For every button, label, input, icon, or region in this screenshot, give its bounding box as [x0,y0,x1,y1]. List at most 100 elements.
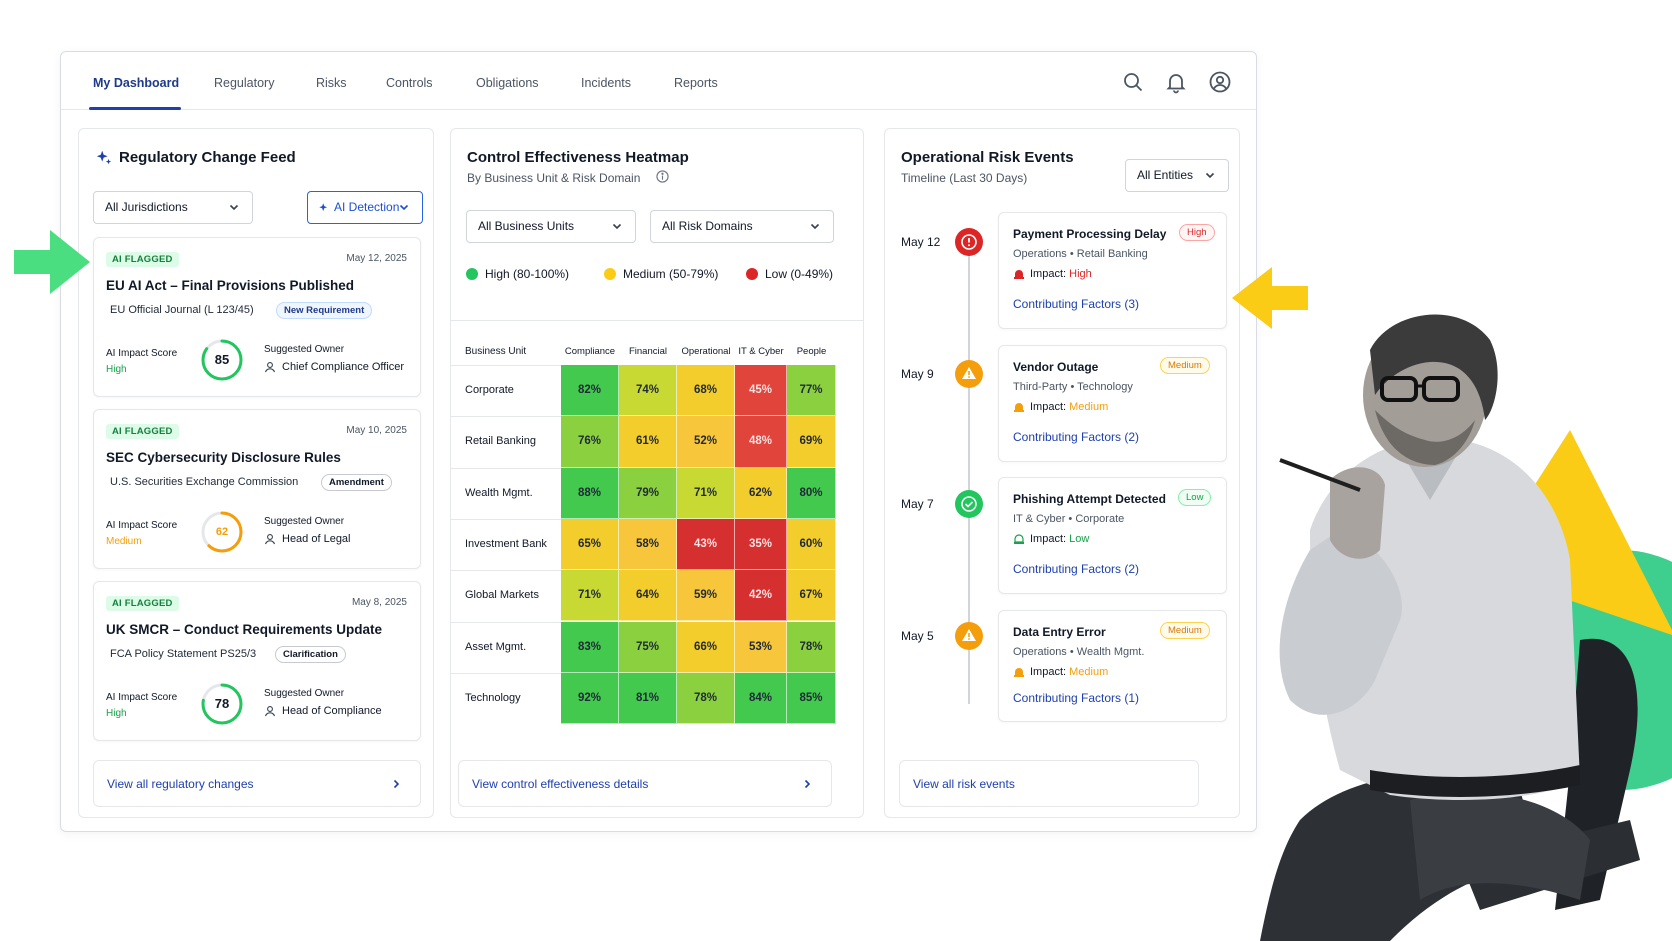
search-icon[interactable] [1121,70,1145,94]
ai-detection-select[interactable]: AI Detection [307,191,423,224]
impact-label: Impact: [1030,666,1067,678]
heatmap-cell[interactable]: 53% [735,621,787,673]
entities-select-value: All Entities [1137,168,1194,182]
impact-alert-icon [1014,270,1024,279]
card-title: EU AI Act – Final Provisions Published [106,278,355,293]
heatmap-cell[interactable]: 83% [561,621,619,673]
heatmap-cell[interactable]: 62% [735,467,787,519]
heatmap-cell[interactable]: 43% [677,518,735,571]
heatmap-cell[interactable]: 77% [787,365,836,417]
tab-regulatory[interactable]: Regulatory [214,76,274,90]
heatmap-cell[interactable]: 80% [787,467,836,519]
legend-medium-label: Medium (50-79%) [623,267,719,281]
active-tab-indicator [89,107,181,110]
contributing-factors-link[interactable]: Contributing Factors (2) [1013,562,1139,576]
heatmap-cell[interactable]: 69% [787,416,836,468]
tab-incidents[interactable]: Incidents [581,76,631,90]
heatmap-cell[interactable]: 75% [619,621,677,673]
tab-risks[interactable]: Risks [316,76,347,90]
heatmap-cell[interactable]: 61% [619,416,677,468]
entities-select[interactable]: All Entities [1125,159,1229,192]
score-label: AI Impact Score [106,520,178,531]
impact-level: Medium [1069,666,1109,678]
event-date: May 5 [901,629,934,643]
tab-my-dashboard[interactable]: My Dashboard [93,76,179,90]
chevron-down-icon [810,223,820,230]
info-icon[interactable] [656,170,669,183]
user-account-icon[interactable] [1208,70,1232,94]
heatmap-row-divider [451,365,561,366]
person-icon [264,534,276,545]
person-icon [264,706,276,717]
panel-title: Regulatory Change Feed [119,149,296,166]
heatmap-cell[interactable]: 74% [619,365,677,417]
heatmap-cell[interactable]: 48% [735,416,787,468]
heatmap-cell[interactable]: 65% [561,518,619,571]
chevron-down-icon [612,223,622,230]
event-meta: Operations • Retail Banking [1013,248,1148,260]
heatmap-cell[interactable]: 42% [735,570,787,622]
regulatory-change-panel: Regulatory Change Feed All Jurisdictions… [78,128,434,818]
heatmap-cell[interactable]: 78% [787,621,836,673]
owner-label: Suggested Owner [264,344,345,355]
regulatory-change-card[interactable]: AI FLAGGED May 10, 2025 SEC Cybersecurit… [93,409,421,569]
jurisdiction-select[interactable]: All Jurisdictions [93,191,253,224]
heatmap-cell[interactable]: 84% [735,672,787,725]
business-unit-select[interactable]: All Business Units [466,210,636,243]
heatmap-cell[interactable]: 79% [619,467,677,519]
contributing-factors-link[interactable]: Contributing Factors (3) [1013,297,1139,311]
heatmap-cell[interactable]: 71% [561,570,619,622]
heatmap-cell[interactable]: 35% [735,518,787,571]
heatmap-cell[interactable]: 67% [787,570,836,622]
event-impact: Impact: Medium [1030,401,1108,413]
panel-subtitle: Timeline (Last 30 Days) [901,171,1028,185]
contributing-factors-link[interactable]: Contributing Factors (2) [1013,430,1139,444]
event-impact: Impact: Low [1030,533,1089,545]
event-title: Phishing Attempt Detected [1013,492,1166,506]
score-label: AI Impact Score [106,692,178,703]
heatmap-cell[interactable]: 52% [677,416,735,468]
heatmap-row-label: Global Markets [465,589,539,602]
legend-high-label: High (80-100%) [485,267,570,281]
card-date: May 10, 2025 [346,425,407,436]
heatmap-cell[interactable]: 78% [677,672,735,725]
heatmap-cell[interactable]: 59% [677,570,735,622]
heatmap-cell[interactable]: 85% [787,672,836,725]
heatmap-cell[interactable]: 92% [561,672,619,725]
heatmap-cell[interactable]: 66% [677,621,735,673]
contributing-factors-link[interactable]: Contributing Factors (1) [1013,691,1139,705]
heatmap-cell[interactable]: 82% [561,365,619,417]
heatmap-cell[interactable]: 76% [561,416,619,468]
heatmap-column-header: Operational [681,346,731,357]
heatmap-cell[interactable]: 64% [619,570,677,622]
tab-reports[interactable]: Reports [674,76,718,90]
view-all-regulatory-link[interactable]: View all regulatory changes [93,760,421,807]
regulatory-change-card[interactable]: AI FLAGGED May 8, 2025 UK SMCR – Conduct… [93,581,421,741]
heatmap-cell[interactable]: 68% [677,365,735,417]
ai-flagged-badge: AI FLAGGED [106,252,179,267]
change-type-tag: Amendment [321,474,392,491]
risk-domain-select[interactable]: All Risk Domains [650,210,834,243]
impact-level: High [1069,268,1092,280]
heatmap-cell[interactable]: 71% [677,467,735,519]
legend-medium-dot [604,268,616,280]
heatmap-cell[interactable]: 58% [619,518,677,571]
heatmap-row-header: Business Unit [465,346,527,357]
warning-triangle-icon [955,360,983,388]
legend-low-dot [746,268,758,280]
view-heatmap-details-link[interactable]: View control effectiveness details [458,760,832,807]
heatmap-column-header: Compliance [564,346,616,357]
view-all-risk-events-link[interactable]: View all risk events [899,760,1199,807]
chevron-down-icon [1205,172,1215,179]
impact-label: Impact: [1030,533,1067,545]
heatmap-cell[interactable]: 88% [561,467,619,519]
heatmap-row-label: Retail Banking [465,435,536,448]
tab-obligations[interactable]: Obligations [476,76,539,90]
bell-icon[interactable] [1164,70,1188,94]
heatmap-cell[interactable]: 45% [735,365,787,417]
tab-controls[interactable]: Controls [386,76,433,90]
heatmap-cell[interactable]: 81% [619,672,677,725]
heatmap-cell[interactable]: 60% [787,518,836,571]
regulatory-change-card[interactable]: AI FLAGGED May 12, 2025 EU AI Act – Fina… [93,237,421,397]
risk-domain-select-value: All Risk Domains [662,219,753,233]
